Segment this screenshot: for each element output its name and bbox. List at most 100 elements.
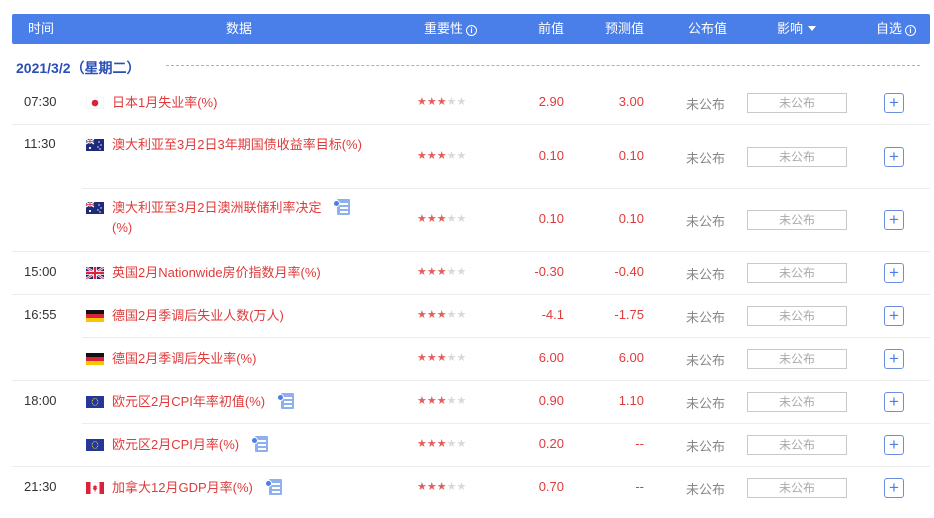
header-favorite-label: 自选 — [876, 21, 903, 36]
report-doc-icon[interactable] — [251, 436, 269, 452]
previous-value: -4.1 — [541, 307, 564, 322]
forecast-value: -0.40 — [614, 264, 644, 279]
add-favorite-button[interactable]: + — [884, 478, 904, 498]
star-empty-icon: ★ — [456, 481, 467, 493]
row-divider — [12, 124, 930, 125]
star-empty-icon: ★ — [446, 352, 457, 364]
star-filled-icon: ★ — [417, 266, 427, 278]
star-filled-icon: ★ — [436, 213, 447, 225]
star-filled-icon: ★ — [426, 352, 437, 364]
importance-stars: ★★★★★ — [417, 308, 466, 321]
influence-box: 未公布 — [747, 349, 847, 369]
event-row: 07:30 日本1月失业率(%) ★★★★★ 2.90 3.00 未公布 未公布 + — [12, 82, 930, 124]
importance-stars: ★★★★★ — [417, 95, 466, 108]
star-filled-icon: ★ — [417, 395, 427, 407]
event-name-link[interactable]: 英国2月Nationwide房价指数月率(%) — [112, 263, 412, 283]
event-name-link[interactable]: 德国2月季调后失业率(%) — [112, 349, 412, 369]
event-name-link[interactable]: 日本1月失业率(%) — [112, 93, 412, 113]
forecast-value: 6.00 — [618, 350, 644, 365]
event-name-text: 英国2月Nationwide房价指数月率(%) — [112, 265, 321, 280]
star-filled-icon: ★ — [417, 150, 427, 162]
add-favorite-button[interactable]: + — [884, 147, 904, 167]
star-filled-icon: ★ — [426, 150, 437, 162]
importance-stars: ★★★★★ — [417, 480, 466, 493]
canada-flag-icon — [86, 482, 104, 494]
star-empty-icon: ★ — [446, 150, 457, 162]
influence-box: 未公布 — [747, 93, 847, 113]
eu-flag-icon — [86, 439, 104, 451]
importance-stars: ★★★★★ — [417, 265, 466, 278]
star-empty-icon: ★ — [446, 213, 457, 225]
star-filled-icon: ★ — [417, 309, 427, 321]
star-empty-icon: ★ — [456, 150, 467, 162]
star-empty-icon: ★ — [446, 481, 457, 493]
report-doc-icon[interactable] — [333, 199, 351, 215]
add-favorite-button[interactable]: + — [884, 306, 904, 326]
add-favorite-button[interactable]: + — [884, 210, 904, 230]
header-importance[interactable]: 重要性 i — [424, 14, 478, 44]
event-name-link[interactable]: 欧元区2月CPI年率初值(%) — [112, 392, 412, 412]
header-previous: 前值 — [538, 21, 565, 36]
forecast-value: -1.75 — [614, 307, 644, 322]
star-filled-icon: ★ — [436, 352, 447, 364]
event-name-link[interactable]: 澳大利亚至3月2日澳洲联储利率决定 (%) — [112, 198, 382, 238]
report-doc-icon[interactable] — [264, 479, 283, 495]
actual-value: 未公布 — [686, 310, 726, 325]
forecast-value: -- — [635, 479, 644, 494]
influence-box: 未公布 — [747, 478, 847, 498]
influence-box: 未公布 — [747, 435, 847, 455]
report-doc-icon[interactable] — [277, 393, 295, 409]
header-data: 数据 — [226, 21, 253, 36]
add-favorite-button[interactable]: + — [884, 263, 904, 283]
event-name-text: 澳大利亚至3月2日澳洲联储利率决定 (%) — [112, 199, 351, 235]
header-influence-dropdown[interactable]: 影响 — [777, 14, 817, 44]
importance-stars: ★★★★★ — [417, 212, 466, 225]
event-time: 16:55 — [24, 307, 57, 322]
event-name-text: 欧元区2月CPI月率(%) — [112, 437, 240, 452]
star-filled-icon: ★ — [417, 352, 427, 364]
event-row: 18:00 欧元区2月CPI年率初值(%) ★★★★★ 0.90 1.10 未公布 未公布 + — [12, 381, 930, 423]
previous-value: -0.30 — [534, 264, 564, 279]
event-name-text: 欧元区2月CPI年率初值(%) — [112, 394, 266, 409]
influence-box: 未公布 — [747, 392, 847, 412]
add-favorite-button[interactable]: + — [884, 349, 904, 369]
forecast-value: 0.10 — [618, 211, 644, 226]
date-label: 2021/3/2（星期二） — [16, 60, 141, 76]
importance-stars: ★★★★★ — [417, 149, 466, 162]
header-favorite[interactable]: 自选 i — [876, 14, 917, 44]
actual-value: 未公布 — [686, 396, 726, 411]
event-row: 21:30 加拿大12月GDP月率(%) ★★★★★ 0.70 -- 未公布 未公布 + — [12, 467, 930, 509]
event-row: 澳大利亚至3月2日澳洲联储利率决定 (%) ★★★★★ 0.10 0.10 未公布 未公布 + — [12, 189, 930, 251]
previous-value: 2.90 — [538, 94, 564, 109]
star-filled-icon: ★ — [417, 213, 427, 225]
previous-value: 0.10 — [538, 148, 564, 163]
eu-flag-icon — [86, 396, 104, 408]
actual-value: 未公布 — [686, 214, 726, 229]
info-icon[interactable]: i — [905, 25, 917, 36]
add-favorite-button[interactable]: + — [884, 435, 904, 455]
event-time: 21:30 — [24, 479, 57, 494]
event-name-link[interactable]: 欧元区2月CPI月率(%) — [112, 435, 412, 455]
star-filled-icon: ★ — [426, 266, 437, 278]
event-name-text: 澳大利亚至3月2日3年期国债收益率目标(%) — [112, 137, 362, 152]
star-empty-icon: ★ — [456, 438, 467, 450]
info-icon[interactable]: i — [466, 25, 478, 36]
event-name-link[interactable]: 德国2月季调后失业人数(万人) — [112, 306, 412, 326]
previous-value: 0.70 — [538, 479, 564, 494]
importance-stars: ★★★★★ — [417, 351, 466, 364]
japan-flag-icon — [86, 97, 104, 109]
table-header: 时间 数据 重要性 i 前值 预测值 公布值 影响 自选 i — [12, 14, 930, 44]
add-favorite-button[interactable]: + — [884, 93, 904, 113]
influence-box: 未公布 — [747, 147, 847, 167]
event-name-link[interactable]: 澳大利亚至3月2日3年期国债收益率目标(%) — [112, 135, 382, 155]
event-row: 欧元区2月CPI月率(%) ★★★★★ 0.20 -- 未公布 未公布 + — [12, 424, 930, 466]
event-time: 11:30 — [24, 136, 56, 151]
uk-flag-icon — [86, 267, 104, 279]
importance-stars: ★★★★★ — [417, 394, 466, 407]
australia-flag-icon — [86, 202, 104, 214]
star-filled-icon: ★ — [426, 481, 437, 493]
event-name-link[interactable]: 加拿大12月GDP月率(%) — [112, 478, 412, 498]
add-favorite-button[interactable]: + — [884, 392, 904, 412]
forecast-value: 3.00 — [618, 94, 644, 109]
star-filled-icon: ★ — [436, 481, 447, 493]
